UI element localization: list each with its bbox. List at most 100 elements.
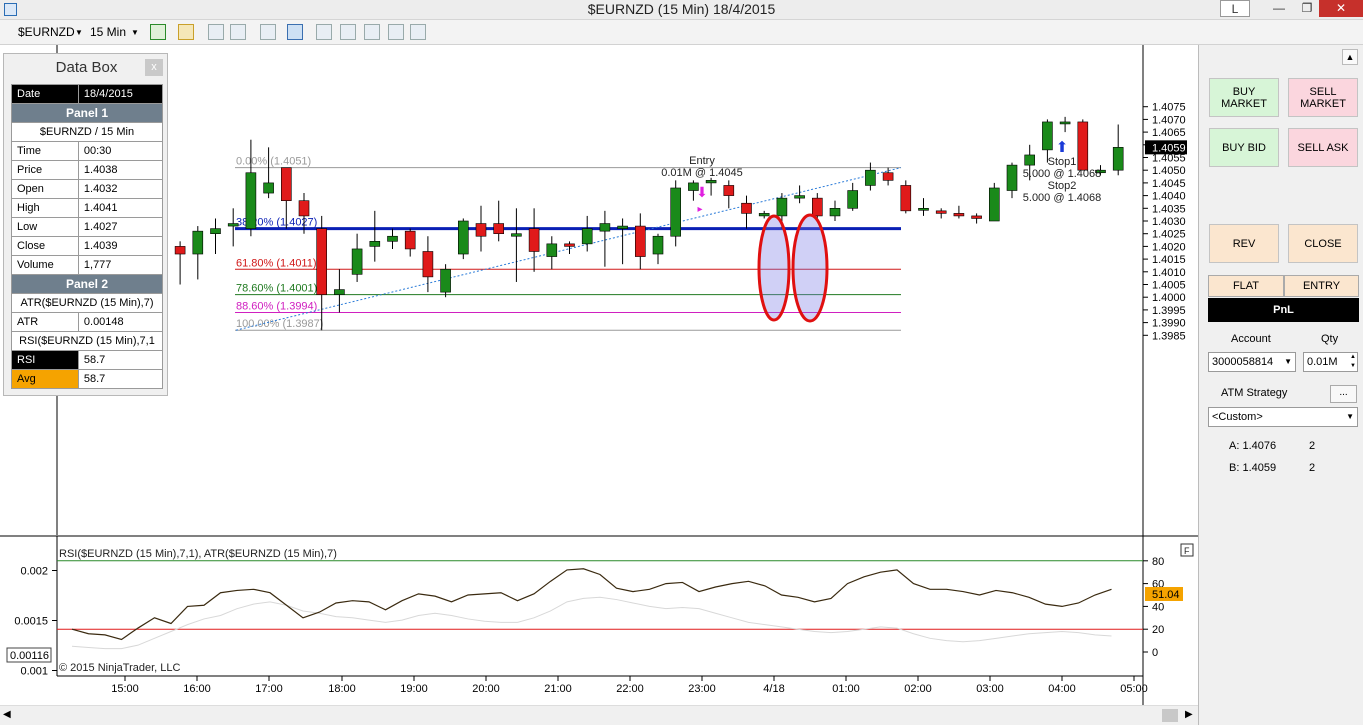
bar-type-icon[interactable] [150,24,166,40]
horizontal-scrollbar[interactable]: ◀ ▶ [0,705,1198,725]
atm-config-button[interactable]: ... [1330,385,1357,403]
atr-label: ATR [11,312,79,332]
data-box-close-button[interactable]: x [145,59,163,76]
candle-body [794,195,805,199]
row-label: Close [11,236,79,256]
time-tick-label: 4/18 [763,683,784,695]
candle-body [953,213,965,217]
data-box-icon[interactable] [316,24,332,40]
candle-body [263,182,274,194]
price-tick-label: 1.4050 [1152,165,1186,177]
entry-order-label: Entry [689,155,715,167]
properties-icon[interactable] [388,24,404,40]
zoom-in-icon[interactable] [208,24,224,40]
zoom-out-icon[interactable] [230,24,246,40]
entry-tab[interactable]: ENTRY [1284,275,1359,297]
atr-series-name: ATR($EURNZD (15 Min),7) [11,293,163,313]
flat-tab[interactable]: FLAT [1208,275,1284,297]
minimize-button[interactable]: — [1262,0,1296,17]
row-label: Low [11,217,79,237]
candle-body [617,225,628,229]
candle-body [387,235,398,242]
candle-body [670,187,682,237]
fib-level-label: 88.60% (1.3994) [236,300,317,312]
price-tick-label: 1.4045 [1152,178,1186,190]
highlight-ellipse [791,213,829,323]
atm-strategy-select[interactable]: <Custom> ▼ [1208,407,1358,427]
candle-body [758,213,770,217]
interval-selector[interactable]: 15 Min [90,24,130,41]
row-value: 1.4041 [77,198,164,218]
entry-arrow-icon: ⬇ [696,184,708,200]
price-tick-label: 1.4000 [1152,292,1186,304]
buy-market-button[interactable]: BUY MARKET [1209,78,1279,117]
candle-body [865,169,876,186]
rsi-tick-label: 80 [1152,556,1164,568]
candle-body [741,202,752,214]
account-select[interactable]: 3000058814 ▼ [1208,352,1296,372]
qty-stepper[interactable]: 0.01M ▲ ▼ [1303,352,1358,372]
atm-strategy-value: <Custom> [1212,411,1263,423]
rsi-tick-label: 20 [1152,624,1164,636]
cursor-icon[interactable] [260,24,276,40]
time-tick-label: 01:00 [832,683,860,695]
strategies-icon[interactable] [364,24,380,40]
candle-body [457,220,469,255]
maximize-button[interactable]: ❐ [1296,0,1318,17]
row-label: Time [11,141,79,161]
link-badge[interactable]: L [1220,0,1250,17]
row-value: 1.4039 [77,236,164,256]
candle-body [564,243,575,247]
chart-trader-icon[interactable] [410,24,426,40]
stop1-label: Stop1 [1048,156,1077,168]
chevron-down-icon[interactable]: ▼ [131,24,139,41]
scroll-left-icon[interactable]: ◀ [3,709,11,720]
buy-bid-button[interactable]: BUY BID [1209,128,1279,167]
candle-body [1024,154,1035,166]
price-tick-label: 1.3995 [1152,305,1186,317]
series-name: $EURNZD / 15 Min [11,122,163,142]
price-tick-label: 1.4065 [1152,127,1186,139]
candle-body [988,187,1000,222]
chart-area[interactable]: 1.40751.40701.40651.40601.40551.40501.40… [0,45,1198,705]
magnifier-icon[interactable] [287,24,303,40]
candle-body [475,223,487,237]
qty-value: 0.01M [1307,356,1338,368]
candle-body [192,230,204,255]
fib-level-label: 78.60% (1.4001) [236,283,317,295]
row-value: 00:30 [77,141,164,161]
atr-value: 0.00148 [77,312,164,332]
sell-ask-button[interactable]: SELL ASK [1288,128,1358,167]
candle-body [900,185,912,212]
atm-strategy-label: ATM Strategy [1221,387,1288,399]
candle-body [918,208,929,211]
sell-market-button[interactable]: SELL MARKET [1288,78,1358,117]
candle-body [1077,121,1089,171]
data-box[interactable]: Data Box x Date 18/4/2015 Panel 1 $EURNZD… [3,53,168,396]
instrument-selector[interactable]: $EURNZD [18,24,76,41]
close-window-button[interactable]: ✕ [1319,0,1363,17]
reverse-button[interactable]: REV [1209,224,1279,263]
scroll-thumb[interactable] [1162,709,1178,722]
scroll-right-icon[interactable]: ▶ [1185,709,1193,720]
atr-value-label: 0.00116 [10,650,49,662]
indicators-icon[interactable] [340,24,356,40]
collapse-arrow-icon[interactable]: ▲ [1342,49,1358,65]
avg-value: 58.7 [77,369,164,389]
candle-body [210,228,221,234]
time-tick-label: 16:00 [183,683,211,695]
candle-body [634,225,646,257]
date-label: Date [11,84,79,104]
candle-body [705,180,717,184]
price-tick-label: 1.4010 [1152,267,1186,279]
pencil-icon[interactable] [178,24,194,40]
rsi-tick-label: 0 [1152,647,1158,659]
candle-body [1059,121,1071,125]
price-tick-label: 1.4025 [1152,229,1186,241]
chevron-down-icon[interactable]: ▼ [75,24,83,41]
chart-canvas[interactable]: 1.40751.40701.40651.40601.40551.40501.40… [0,45,1198,705]
close-position-button[interactable]: CLOSE [1288,224,1358,263]
fib-level-label: 61.80% (1.4011) [236,257,317,269]
candle-body [227,223,239,227]
rsi-series-name: RSI($EURNZD (15 Min),7,1 [11,331,163,351]
